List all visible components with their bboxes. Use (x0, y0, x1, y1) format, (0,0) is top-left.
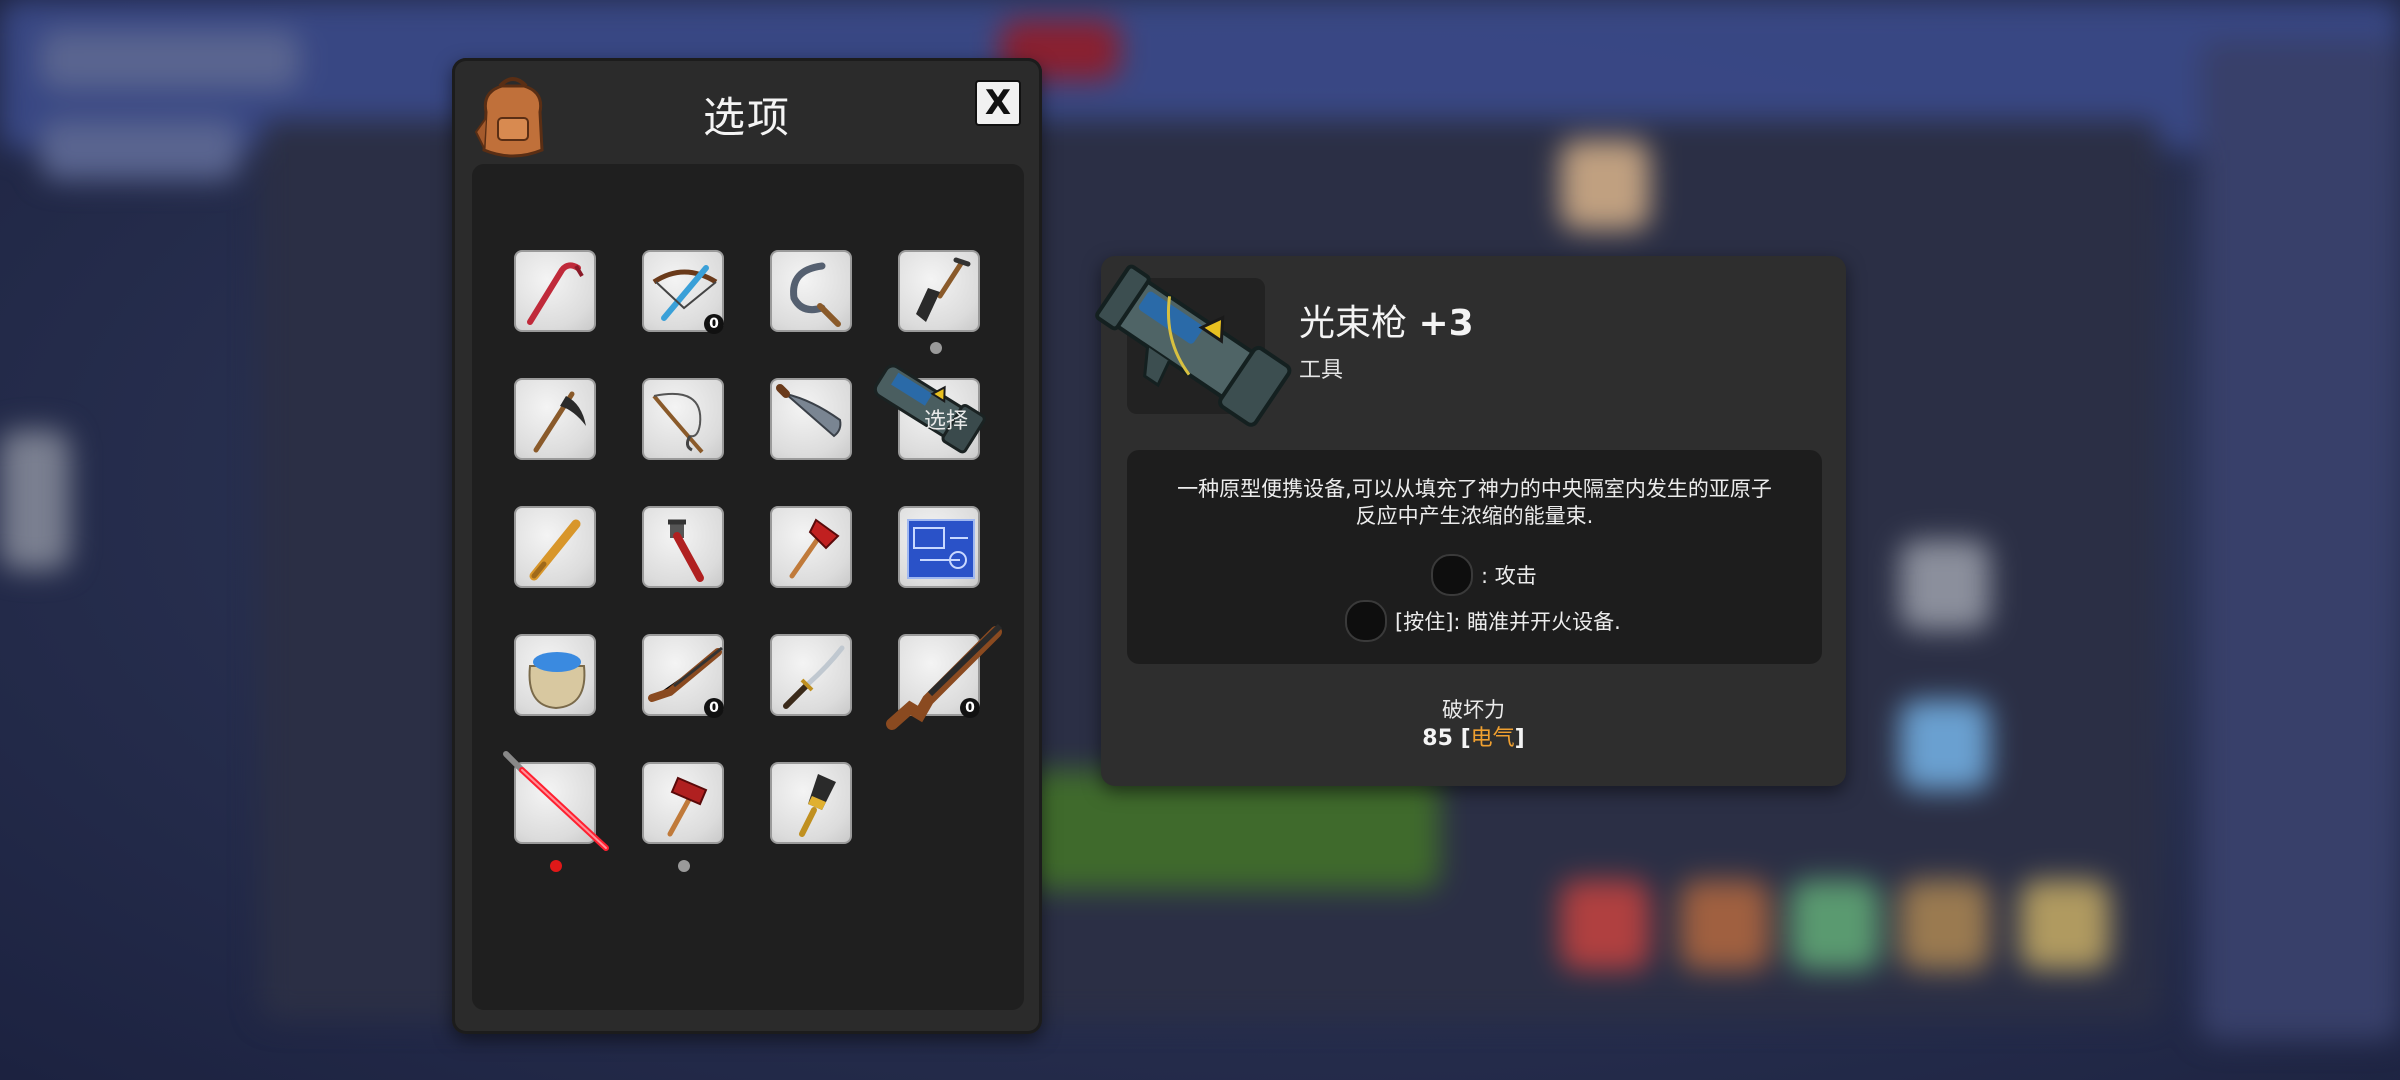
status-dot (550, 860, 562, 872)
damage-element: 电气 (1470, 726, 1515, 751)
inventory-grid: 0 0 0 (472, 164, 1024, 1010)
inventory-panel: 选项 X 0 0 0 选择 (452, 58, 1042, 1034)
slot-shovel[interactable] (898, 250, 980, 332)
status-dot (678, 860, 690, 872)
pipe-wrench-icon (668, 519, 704, 582)
paintbrush-icon (799, 774, 836, 837)
slot-crowbar[interactable] (514, 250, 596, 332)
item-count-badge: 0 (960, 698, 980, 718)
slot-rifle[interactable]: 0 (642, 634, 724, 718)
status-dot (930, 342, 942, 354)
item-count-badge: 0 (704, 698, 724, 718)
item-count-badge: 0 (704, 314, 724, 334)
slot-machete[interactable] (770, 378, 852, 460)
slot-crossbow[interactable]: 0 (642, 250, 724, 334)
beam-gun-icon (1095, 264, 1292, 427)
slot-seed-bag[interactable] (514, 634, 596, 716)
inventory-title: 选项 (702, 93, 791, 142)
fire-axe-icon (789, 518, 840, 579)
crowbar-icon (527, 262, 584, 325)
slot-fishing-rod[interactable] (642, 378, 724, 460)
control-attack: : 攻击 (1431, 554, 1537, 596)
slot-sickle[interactable] (770, 250, 852, 332)
slot-baseball-bat[interactable] (514, 506, 596, 588)
blueprint-icon (907, 519, 975, 579)
item-description: 一种原型便携设备,可以从填充了神力的中央隔室内发生的亚原子 反应中产生浓缩的能量… (1177, 477, 1772, 528)
katana-icon (783, 645, 845, 709)
slot-blueprint[interactable] (898, 506, 980, 588)
item-description-box: 一种原型便携设备,可以从填充了神力的中央隔室内发生的亚原子 反应中产生浓缩的能量… (1127, 450, 1822, 664)
machete-icon (776, 384, 842, 438)
sledgehammer-icon (667, 776, 708, 837)
item-type: 工具 (1299, 358, 1344, 383)
slot-laser-sword[interactable] (503, 751, 609, 851)
close-button[interactable]: X (975, 80, 1021, 126)
slot-paintbrush[interactable] (770, 762, 852, 844)
button-prompt-icon (1431, 554, 1473, 596)
select-label: 选择 (923, 409, 968, 434)
laser-sword-icon (503, 751, 609, 851)
item-level: +3 (1418, 303, 1474, 344)
control-aim-fire: [按住]: 瞄准并开火设备. (1345, 600, 1621, 642)
item-detail-panel: 光束枪 +3 工具 一种原型便携设备,可以从填充了神力的中央隔室内发生的亚原子 … (1095, 256, 1846, 786)
slot-scythe[interactable] (514, 378, 596, 460)
slot-pipe-wrench[interactable] (642, 506, 724, 588)
item-name: 光束枪 +3 (1299, 303, 1474, 344)
slot-fire-axe[interactable] (770, 506, 852, 588)
shovel-icon (916, 257, 971, 322)
stat-value: 85 [电气] (1422, 726, 1525, 751)
slot-sledgehammer[interactable] (642, 762, 724, 844)
slot-shotgun[interactable]: 0 (886, 623, 1003, 730)
slot-katana[interactable] (770, 634, 852, 716)
seed-bag-icon (528, 652, 586, 710)
sickle-icon (790, 262, 841, 327)
fishing-rod-icon (652, 392, 704, 454)
scythe-icon (533, 391, 586, 453)
baseball-bat-icon (529, 519, 581, 581)
button-prompt-icon (1345, 600, 1387, 642)
